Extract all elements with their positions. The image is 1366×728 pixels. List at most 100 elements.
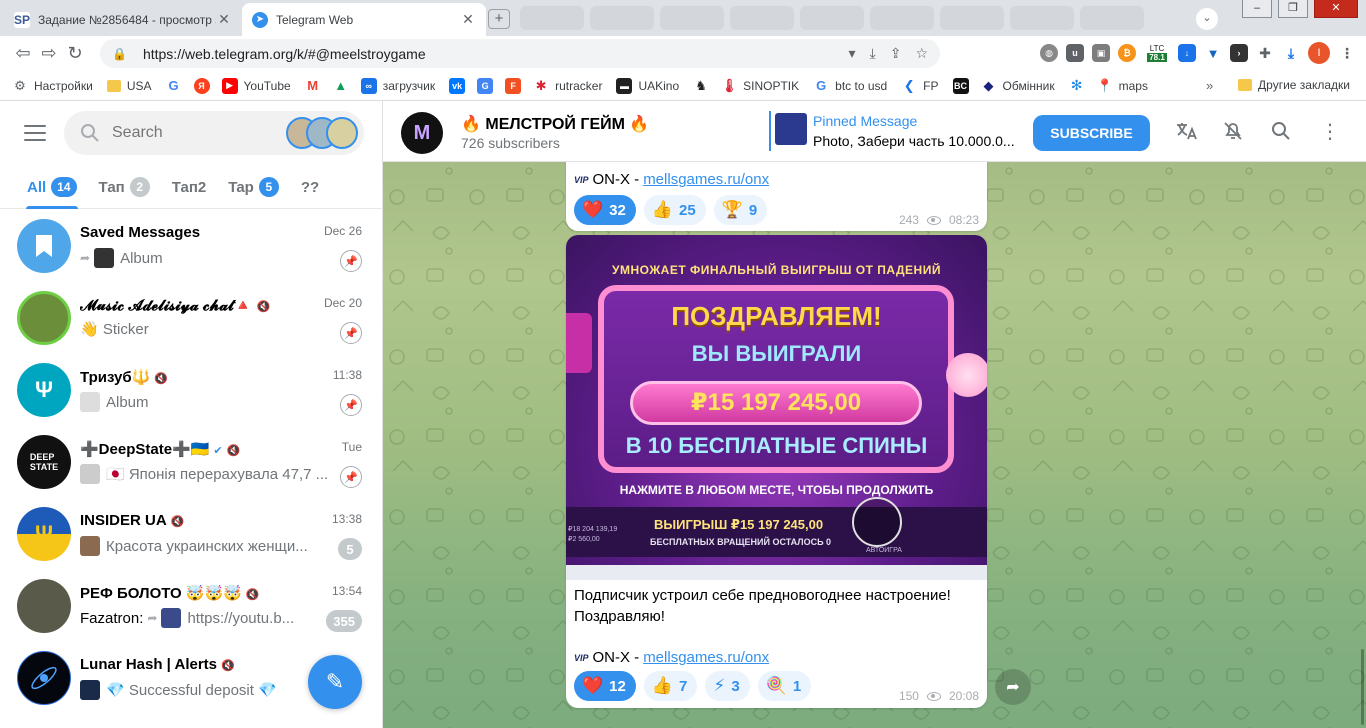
stories-avatars[interactable]	[286, 117, 358, 149]
bookmark-exchange[interactable]: ◆ Обмінник	[981, 78, 1055, 94]
tab-tap-cyr[interactable]: Тап 2	[88, 165, 161, 209]
chat-item-insider-ua[interactable]: Ψ INSIDER UA 🔇 13:38 Красота украинских ж…	[0, 498, 383, 570]
bookmark-snowflake[interactable]: ✻	[1069, 77, 1085, 94]
bookmark-chess[interactable]: ♞	[693, 78, 709, 94]
compose-pencil-button[interactable]: ✎	[308, 655, 362, 709]
browser-tab-task[interactable]: SP Задание №2856484 - просмотр з ✕	[4, 3, 242, 36]
ltc-ticker-icon[interactable]: LTC 78.1	[1144, 41, 1170, 65]
muted-icon: 🔇	[256, 301, 271, 313]
chat-item-ref-boloto[interactable]: РЕФ БОЛОТО 🤯🤯🤯 🔇 13:54 Fazatron: ➦ https://…	[0, 570, 383, 642]
bookmark-settings[interactable]: ⚙ Настройки	[12, 78, 93, 94]
bookmark-star-icon[interactable]: ☆	[915, 45, 928, 62]
install-app-icon[interactable]: ⤓	[870, 45, 876, 62]
bookmark-btc-usd[interactable]: Gbtc to usd	[813, 78, 887, 94]
bookmark-gmail[interactable]: M	[305, 78, 321, 94]
bookmark-fp[interactable]: ❮ FP	[901, 78, 939, 94]
translate-icon[interactable]	[1174, 119, 1198, 143]
channel-avatar[interactable]: M	[401, 112, 443, 154]
google-icon: G	[168, 78, 179, 93]
channel-header[interactable]: M 🔥 МЕЛСТРОЙ ГЕЙМ 🔥 726 subscribers Pinn…	[383, 101, 1366, 162]
minimize-button[interactable]: –	[1242, 0, 1272, 18]
reaction-thumbs-up[interactable]: 👍 7	[643, 671, 698, 701]
chat-item-saved-messages[interactable]: Saved Messages Dec 26 ➦ Album 📌	[0, 210, 383, 282]
bookmark-rutracker[interactable]: ✱ rutracker	[533, 78, 603, 94]
briefcase-icon[interactable]: ▣	[1092, 44, 1110, 62]
bookmark-bc[interactable]: BC	[952, 77, 969, 94]
chat-time: Dec 26	[323, 224, 362, 238]
message-bubble[interactable]: VIP ON-X - mellsgames.ru/onx ❤️ 32 👍 25 🏆 9…	[566, 157, 987, 231]
pinned-message[interactable]: Pinned Message Photo, Забери часть 10.00…	[769, 111, 1019, 151]
search-icon[interactable]	[1269, 119, 1293, 143]
chat-item-music-chat[interactable]: 𝓜𝓾𝓼𝓲𝓬 𝓐𝓭𝓮𝓵𝓲𝓼𝓲𝔂𝓪 𝓬𝓱𝓪𝓽🔺 🔇 Dec 20 👋 Sticker …	[0, 282, 383, 354]
chat-item-deepstate[interactable]: DEEP STATE ➕DeepState➕🇺🇦 ✔ 🔇 Tue 🇯🇵 Японія …	[0, 426, 383, 498]
bookmark-maps[interactable]: 📍 maps	[1097, 78, 1148, 94]
maximize-button[interactable]: ❐	[1278, 0, 1308, 18]
avatar	[17, 291, 71, 345]
bookmark-google[interactable]: G	[166, 78, 182, 94]
ublock-icon[interactable]: u	[1066, 44, 1084, 62]
forward-arrow-icon[interactable]: ⇨	[36, 41, 62, 67]
v-shield-icon[interactable]: ▼	[1204, 44, 1222, 62]
message-time: 08:23	[948, 213, 979, 227]
tab-tap[interactable]: Tap 5	[217, 165, 290, 209]
bookmark-sinoptik[interactable]: 🌡 SINOPTIK	[721, 78, 799, 94]
new-tab-button[interactable]: +	[488, 9, 510, 29]
bookmark-vk[interactable]: vk	[449, 77, 466, 94]
mute-bell-icon[interactable]	[1221, 119, 1245, 143]
vpn-globe-icon[interactable]: ◍	[1040, 44, 1058, 62]
menu-kebab-icon[interactable]: ⋮	[1338, 44, 1356, 62]
message-photo[interactable]: УМНОЖАЕТ ФИНАЛЬНЫЙ ВЫИГРЫШ ОТ ПАДЕНИЙ ПО…	[566, 235, 987, 580]
close-tab-icon[interactable]: ✕	[216, 11, 232, 28]
reload-icon[interactable]: ↻	[62, 41, 88, 67]
main-menu-icon[interactable]	[24, 125, 46, 141]
chat-scrollbar[interactable]	[1361, 649, 1364, 725]
reaction-lightning[interactable]: ⚡ 3	[705, 671, 750, 701]
other-bookmarks[interactable]: Другие закладки	[1238, 78, 1350, 92]
extensions-puzzle-icon[interactable]: ✚	[1256, 44, 1274, 62]
tab-search-icon[interactable]: ⌄	[1196, 8, 1218, 30]
tab-question[interactable]: ??	[290, 165, 330, 209]
downloads-icon[interactable]: ⤓	[1282, 44, 1300, 62]
profile-avatar[interactable]: I	[1308, 42, 1330, 64]
share-icon[interactable]: ⇪	[890, 45, 902, 62]
bookmark-drive[interactable]: ▲	[333, 78, 349, 94]
search-input[interactable]	[112, 124, 272, 142]
subscribe-button[interactable]: SUBSCRIBE	[1033, 115, 1150, 151]
chat-preview: Fazatron: ➦ https://youtu.b...	[80, 608, 295, 628]
reaction-heart[interactable]: ❤️ 32	[574, 195, 636, 225]
reaction-trophy[interactable]: 🏆 9	[713, 195, 768, 225]
tab-tap2[interactable]: Тап2	[161, 165, 218, 209]
message-link[interactable]: mellsgames.ru/onx	[643, 171, 769, 188]
channel-title[interactable]: 🔥 МЕЛСТРОЙ ГЕЙМ 🔥	[461, 114, 649, 134]
reaction-thumbs-up[interactable]: 👍 25	[643, 195, 706, 225]
message-bubble[interactable]: УМНОЖАЕТ ФИНАЛЬНЫЙ ВЫИГРЫШ ОТ ПАДЕНИЙ ПО…	[566, 235, 987, 708]
terminal-icon[interactable]: ›	[1230, 44, 1248, 62]
download-manager-icon[interactable]: ↓	[1178, 44, 1196, 62]
reaction-heart[interactable]: ❤️ 12	[574, 671, 636, 701]
muted-icon: 🔇	[170, 516, 185, 528]
close-tab-icon[interactable]: ✕	[460, 11, 476, 28]
dropdown-arrow-icon[interactable]: ▾	[848, 45, 855, 62]
search-box[interactable]	[64, 111, 364, 155]
browser-tab-telegram[interactable]: ➤ Telegram Web ✕	[242, 3, 486, 36]
forward-message-button[interactable]: ➦	[995, 669, 1031, 705]
chat-time: 13:38	[331, 512, 362, 526]
address-bar[interactable]: 🔒 https://web.telegram.org/k/#@meelstroy…	[100, 39, 940, 68]
bookmark-downloader[interactable]: ∞ загрузчик	[360, 77, 435, 94]
chat-item-tryzub[interactable]: Ψ Тризуб🔱 🔇 11:38 Album 📌	[0, 354, 383, 426]
reaction-lollipop[interactable]: 🍭 1	[757, 671, 812, 701]
more-bookmarks-icon[interactable]: »	[1206, 78, 1213, 93]
close-window-button[interactable]: ✕	[1314, 0, 1358, 18]
more-options-icon[interactable]: ⋮	[1318, 119, 1342, 143]
bookmark-translate[interactable]: G	[477, 77, 494, 94]
bookmark-f[interactable]: F	[505, 77, 522, 94]
bitcoin-icon[interactable]: ₿	[1118, 44, 1136, 62]
bookmark-uakino[interactable]: ▬ UAKino	[616, 77, 679, 94]
message-link[interactable]: mellsgames.ru/onx	[643, 649, 769, 666]
tab-all[interactable]: All 14	[16, 165, 88, 209]
bookmark-usa[interactable]: USA	[106, 79, 152, 93]
bookmark-youtube[interactable]: ▶ YouTube	[221, 77, 291, 94]
back-arrow-icon[interactable]: ⇦	[10, 41, 36, 67]
bookmark-yandex[interactable]: Я	[193, 77, 210, 94]
translate-icon: G	[477, 77, 494, 94]
